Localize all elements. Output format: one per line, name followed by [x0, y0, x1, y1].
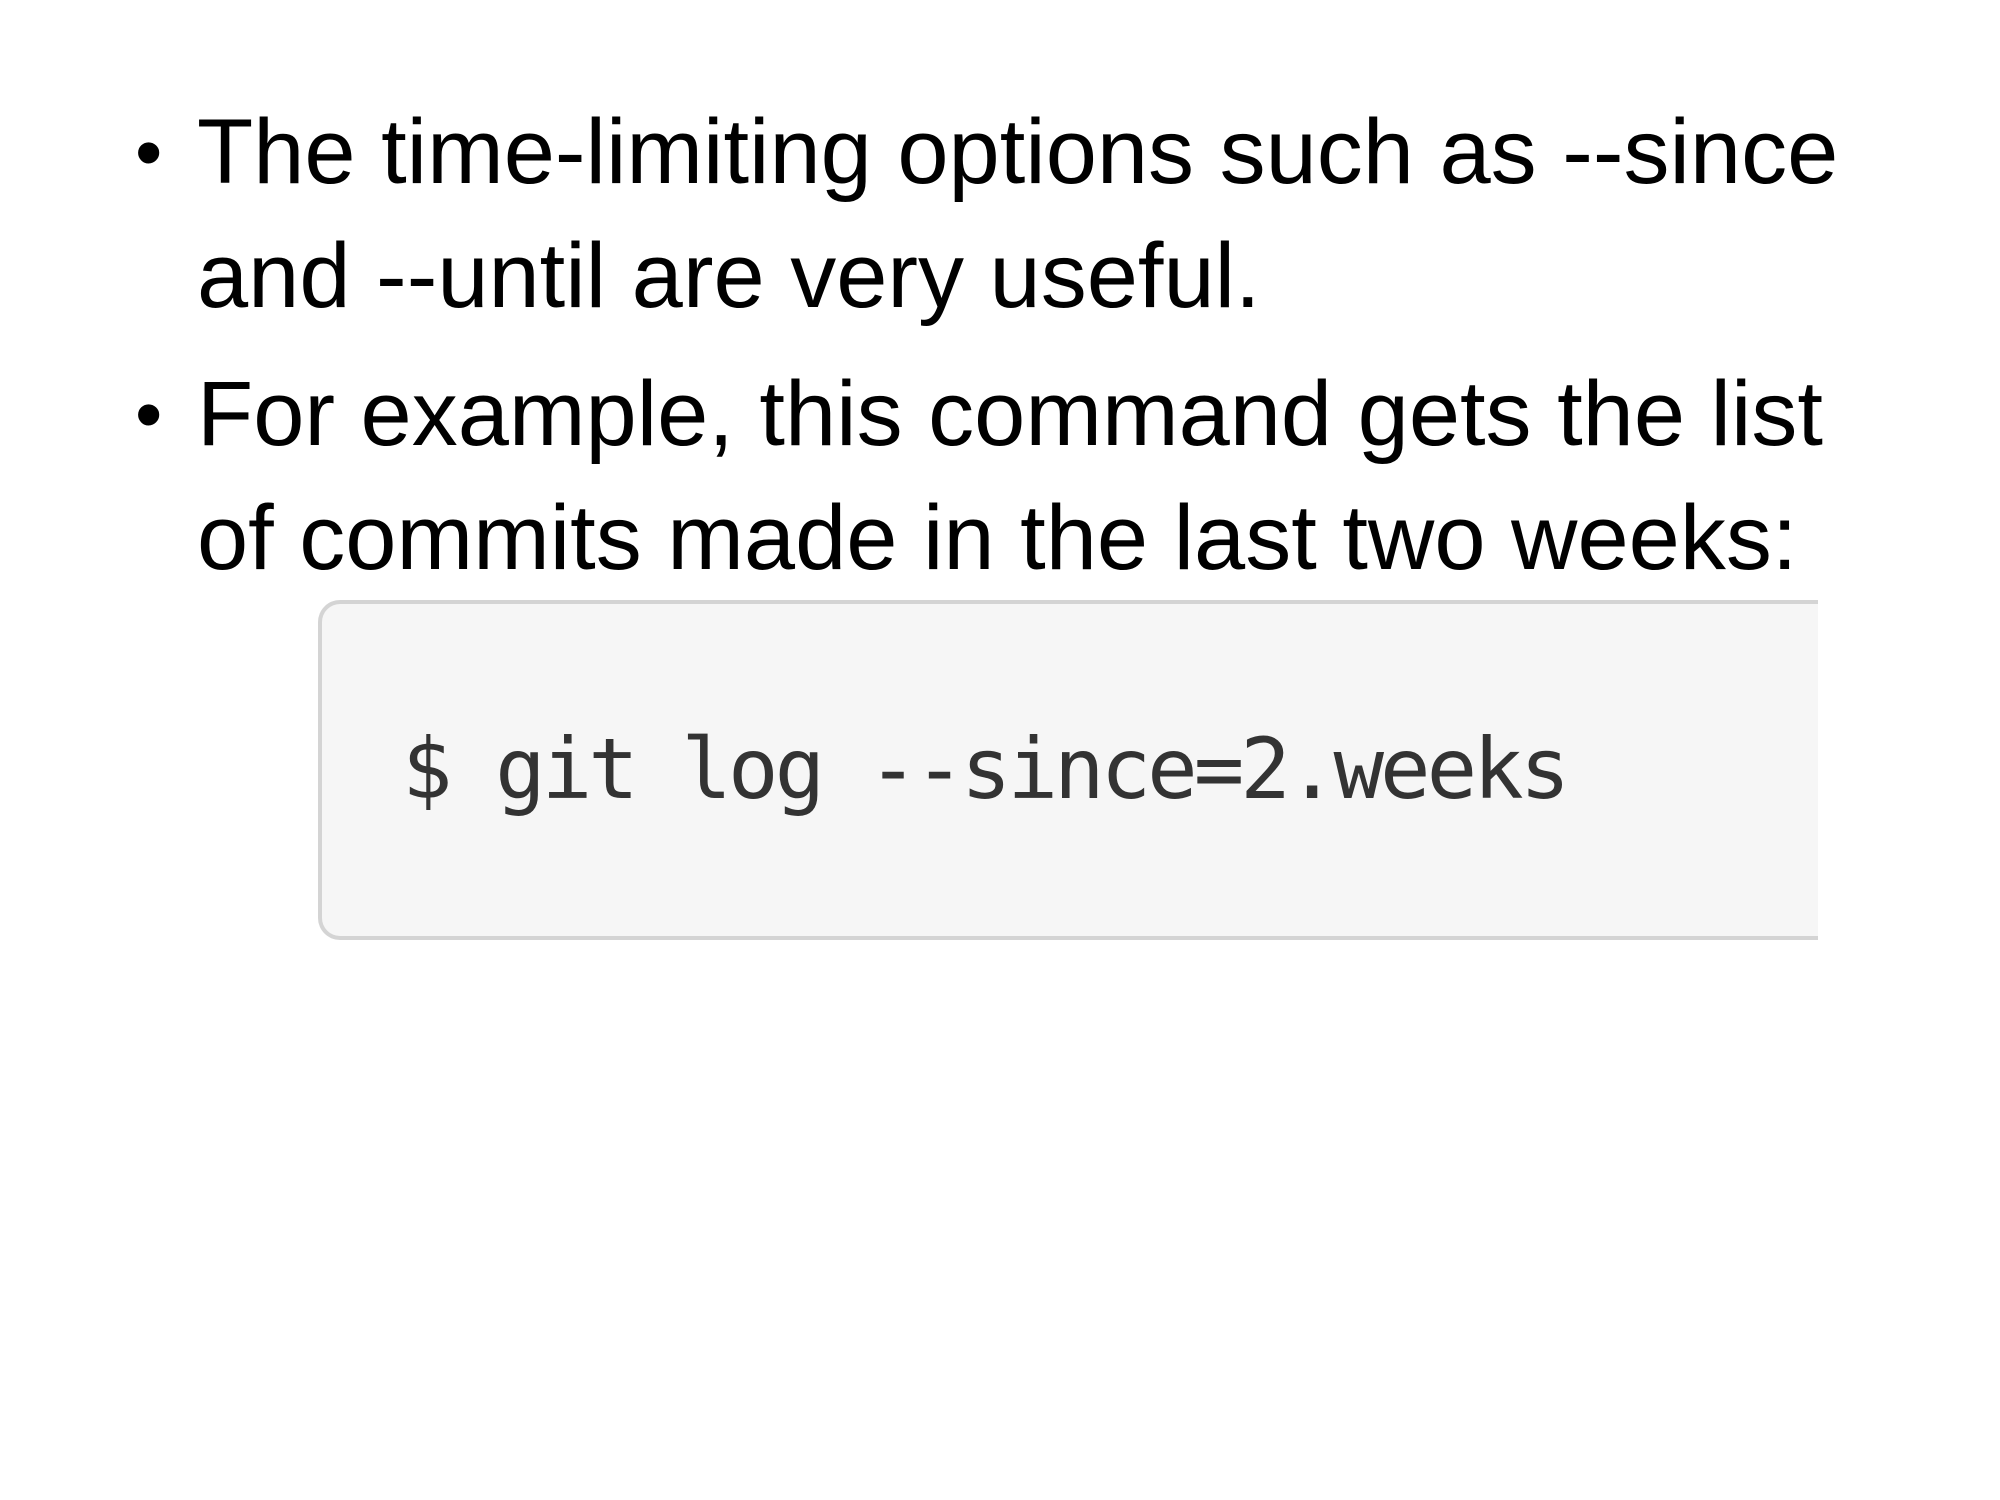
bullet-item-example: • For example, this command gets the lis…	[135, 352, 1895, 600]
bullet-marker: •	[135, 370, 163, 458]
slide: • The time-limiting options such as --si…	[0, 0, 2000, 1500]
bullet-item-time-limiting: • The time-limiting options such as --si…	[135, 90, 1895, 338]
bullet-marker: •	[135, 108, 163, 196]
code-command: $ git log --since=2.weeks	[402, 720, 1570, 818]
bullet-text: The time-limiting options such as --sinc…	[197, 101, 1839, 327]
bullet-list: • The time-limiting options such as --si…	[135, 90, 1895, 614]
bullet-text: For example, this command gets the list …	[197, 363, 1823, 589]
code-block: $ git log --since=2.weeks	[318, 600, 1818, 940]
